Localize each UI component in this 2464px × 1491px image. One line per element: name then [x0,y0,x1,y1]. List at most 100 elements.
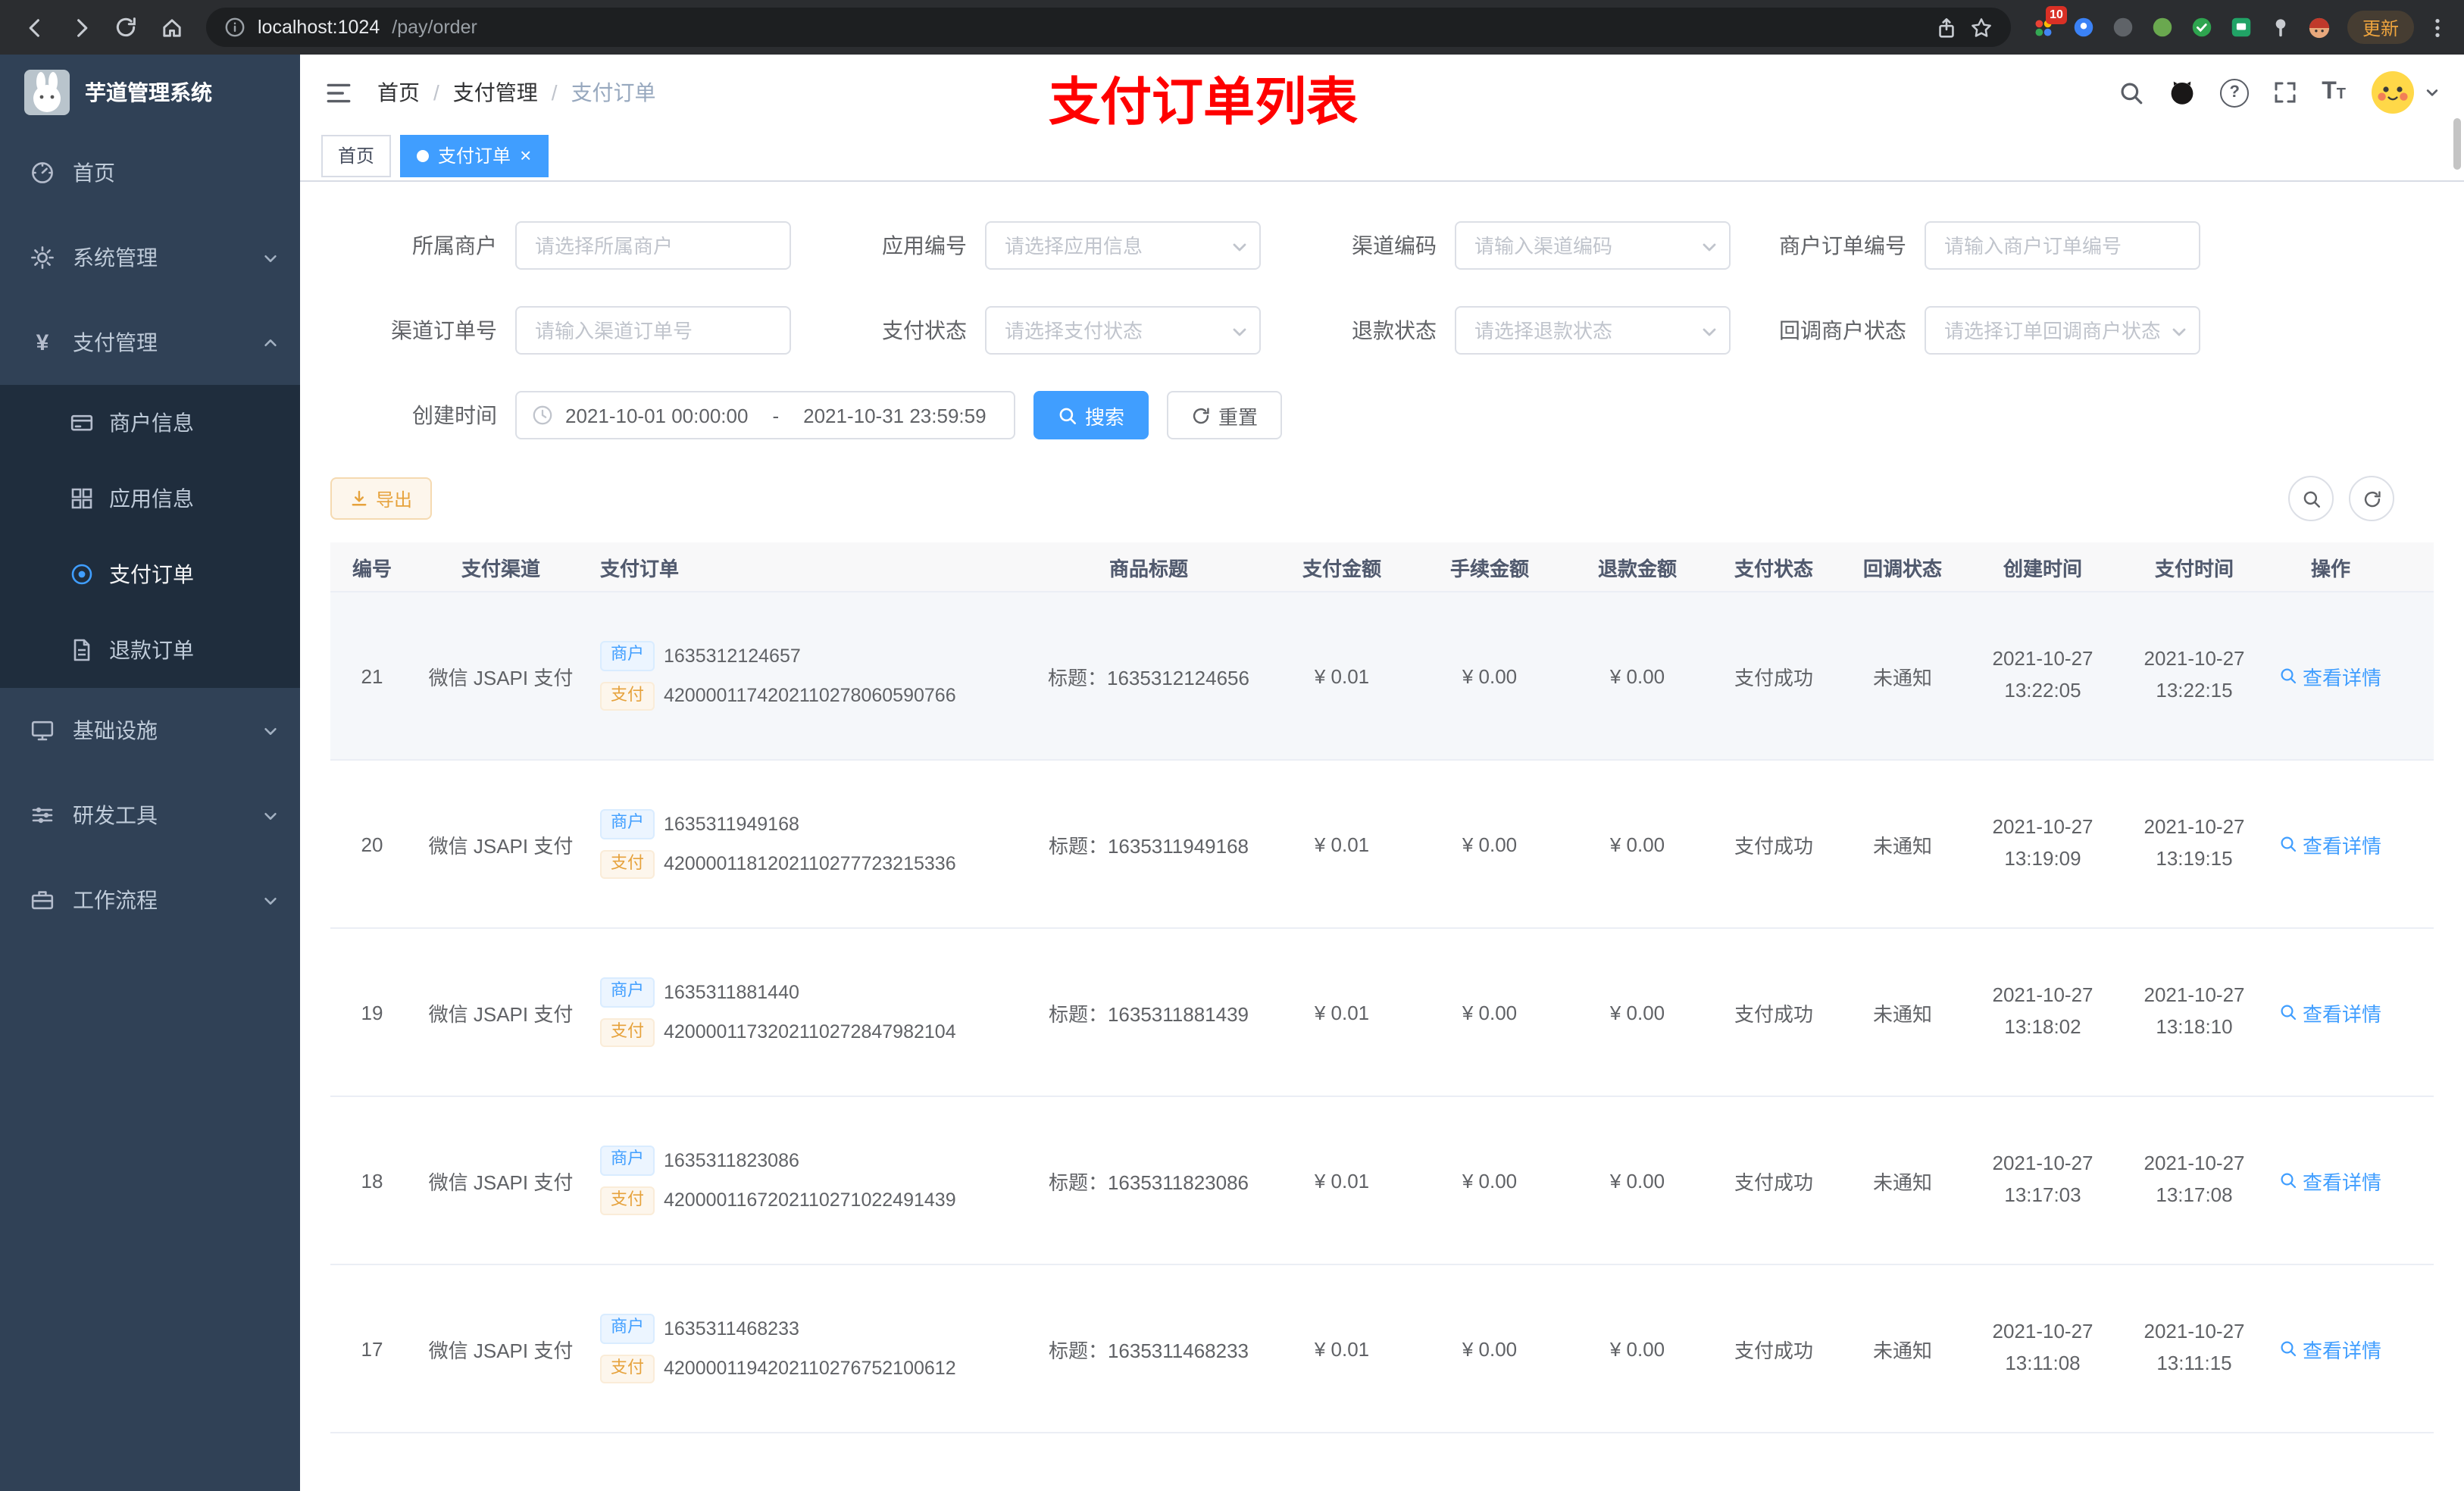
extension-avatar-icon[interactable] [2308,15,2332,39]
bookmark-star-icon[interactable] [1970,16,1993,39]
user-avatar[interactable] [2370,70,2440,115]
export-button[interactable]: 导出 [330,477,433,520]
filter-input[interactable] [1925,306,2200,355]
view-detail-link[interactable]: 查看详情 [2280,1334,2381,1363]
table-row: 19 微信 JSAPI 支付 商户 1635311881440 支付 42000… [330,929,2434,1097]
view-detail-link[interactable]: 查看详情 [2280,661,2381,690]
extension-pin-blue-icon[interactable] [2072,15,2096,39]
filter-input[interactable] [1455,221,1731,270]
sidebar-item-workflow[interactable]: 工作流程 [0,858,300,942]
search-icon [1059,407,1077,424]
table-header: 编号 支付渠道 支付订单 商品标题 支付金额 手续金额 退款金额 支付状态 回调… [330,542,2434,592]
extension-chat-icon[interactable] [2229,15,2253,39]
sidebar-item-payment[interactable]: ¥ 支付管理 [0,300,300,385]
top-navbar: 首页 / 支付管理 / 支付订单 支付订单列表 ? TT [300,55,2464,132]
view-detail-link[interactable]: 查看详情 [2280,998,2381,1027]
cell-pay-order: 商户 1635312124657 支付 42000011742021102780… [588,641,1027,711]
sidebar-item-merchant-info[interactable]: 商户信息 [0,385,300,461]
url-bar[interactable]: localhost:1024/pay/order [206,8,2011,47]
filter-input[interactable] [515,306,791,355]
channel-order-no: 4200001194202110276752100612 [664,1358,956,1380]
font-size-icon[interactable]: TT [2322,80,2346,105]
date-range-picker[interactable]: 2021-10-01 00:00:00 - 2021-10-31 23:59:5… [515,391,1015,439]
sidebar-item-system[interactable]: 系统管理 [0,215,300,300]
merchant-order-no: 1635311949168 [664,813,799,835]
cell-notify: 未通知 [1872,1002,1932,1025]
sidebar-item-app-info[interactable]: 应用信息 [0,461,300,536]
help-icon[interactable]: ? [2220,78,2250,107]
time-line: 13:11:15 [2156,1352,2232,1374]
sidebar-item-refund-order[interactable]: 退款订单 [0,612,300,688]
breadcrumb-current: 支付订单 [571,80,656,105]
close-icon[interactable]: × [520,145,531,165]
pay-order-line: 支付 4200001194202110276752100612 [600,1354,1015,1383]
extension-green-check-icon[interactable] [2190,15,2214,39]
filter-input[interactable] [1455,306,1731,355]
sidebar-item-pay-order[interactable]: 支付订单 [0,536,300,612]
date-line: 2021-10-27 [2143,815,2245,839]
extension-pushpin-icon[interactable] [2269,15,2293,39]
extension-palette-icon[interactable]: 10 [2032,6,2067,39]
pay-tag: 支付 [600,1186,655,1215]
search-icon[interactable] [2118,80,2144,105]
cell-pay-order: 商户 1635311949168 支付 42000011812021102777… [588,809,1027,879]
cell-id: 19 [361,1001,383,1024]
browser-update-button[interactable]: 更新 [2347,11,2414,44]
cell-id: 17 [361,1337,383,1360]
date-separator: - [772,404,780,427]
filter-label: 退款状态 [1352,318,1437,342]
table-row: 18 微信 JSAPI 支付 商户 1635311823086 支付 42000… [330,1097,2434,1265]
sidebar-item-label: 研发工具 [73,803,158,827]
cell-actions: 查看详情 [2270,661,2391,690]
cell-id: 20 [361,833,383,855]
share-icon[interactable] [1935,16,1958,39]
fullscreen-icon[interactable] [2273,80,2297,105]
filter-label: 渠道编码 [1352,233,1437,258]
cell-actions: 查看详情 [2270,1166,2391,1195]
extension-badge: 10 [2046,6,2067,24]
browser-menu-button[interactable] [2426,16,2449,39]
search-button[interactable]: 搜索 [1033,391,1149,439]
filter-input[interactable] [515,221,791,270]
home-button[interactable] [152,8,191,47]
sidebar-item-infrastructure[interactable]: 基础设施 [0,688,300,773]
sidebar-toggle-icon[interactable] [324,78,353,107]
time-line: 13:19:09 [2004,847,2081,870]
filter-input[interactable] [985,306,1261,355]
forward-button[interactable] [61,8,100,47]
cell-id: 18 [361,1169,383,1192]
reload-button[interactable] [106,8,145,47]
toggle-search-button[interactable] [2288,476,2334,521]
sidebar-item-dev-tools[interactable]: 研发工具 [0,773,300,858]
cell-create-time: 2021-10-27 13:17:03 [1967,1149,2118,1211]
view-detail-label: 查看详情 [2302,834,2381,857]
github-icon[interactable] [2169,79,2196,106]
filter-control [985,306,1261,355]
sidebar-item-home[interactable]: 首页 [0,130,300,215]
filter-field: 应用编号 [800,221,1270,270]
breadcrumb-payment[interactable]: 支付管理 [453,77,538,108]
search-icon [2281,836,2297,852]
tab-home[interactable]: 首页 [321,134,392,177]
breadcrumb-home[interactable]: 首页 [377,77,420,108]
pay-order-line: 支付 4200001174202110278060590766 [600,681,1015,711]
column-header: 商品标题 [1108,557,1188,580]
refresh-icon [1193,407,1209,424]
url-host: localhost:1024 [258,17,380,38]
sidebar: 芋道管理系统 首页 系统管理 ¥ 支付管理 商户信息 应用信息 支付订单 退款订… [0,55,300,1491]
cell-title: 标题：1635311881439 [1048,1002,1249,1025]
search-icon [2281,1173,2297,1189]
merchant-tag: 商户 [600,977,655,1007]
extension-green-icon[interactable] [2150,15,2175,39]
view-detail-link[interactable]: 查看详情 [2280,1166,2381,1195]
reset-button[interactable]: 重置 [1167,391,1283,439]
view-detail-link[interactable]: 查看详情 [2280,830,2381,858]
chevron-down-icon [1700,321,1718,349]
refresh-table-button[interactable] [2349,476,2394,521]
tab-pay-order[interactable]: 支付订单 × [400,134,549,177]
extension-grey-icon[interactable] [2111,15,2135,39]
filter-input[interactable] [1925,221,2200,270]
filter-input[interactable] [985,221,1261,270]
back-button[interactable] [15,8,55,47]
cell-amount: ¥ 0.01 [1314,664,1370,687]
